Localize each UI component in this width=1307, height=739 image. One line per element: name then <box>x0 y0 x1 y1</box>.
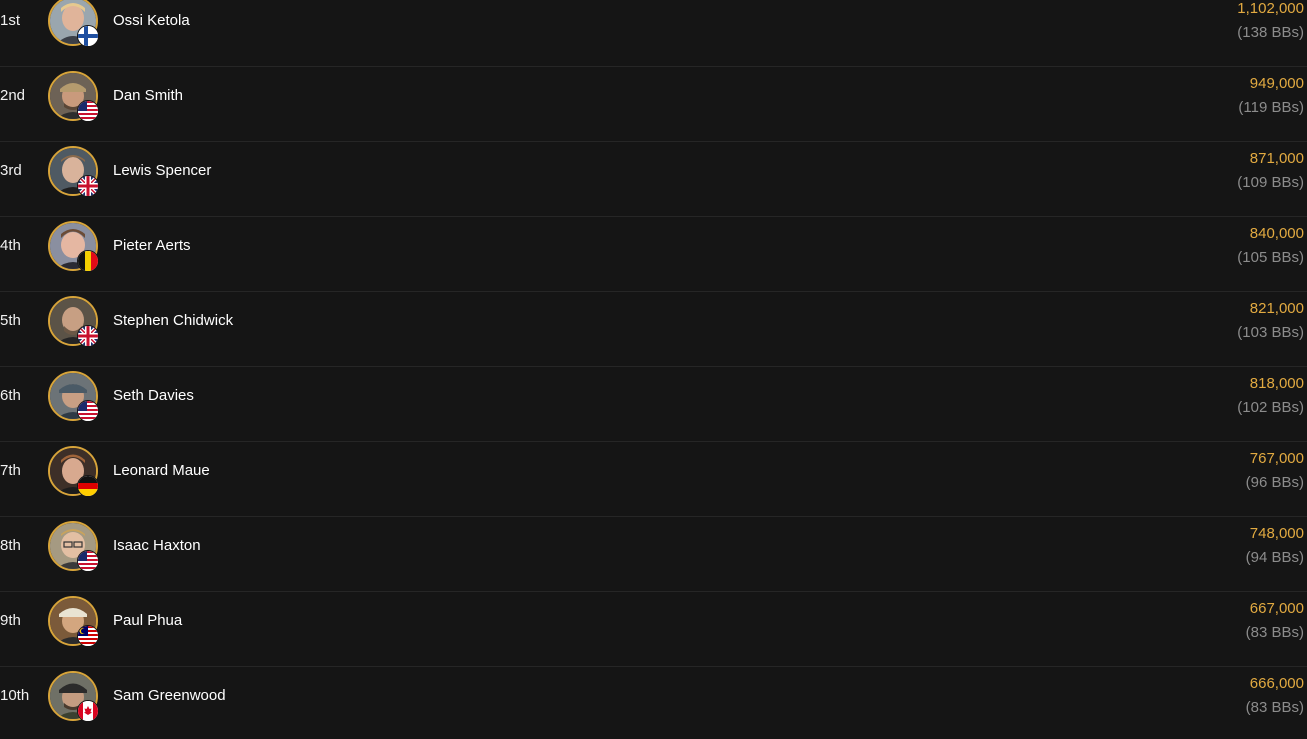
rank-label: 2nd <box>0 87 26 104</box>
player-row[interactable]: 8th Isaac Haxton 748,000 (94 BBs) <box>0 517 1307 592</box>
canada-flag-icon <box>77 700 99 722</box>
player-name[interactable]: Stephen Chidwick <box>113 312 233 329</box>
player-avatar[interactable] <box>48 221 99 272</box>
player-row[interactable]: 4th Pieter Aerts 840,000 (105 BBs) <box>0 217 1307 292</box>
chip-count: 821,000 <box>1249 300 1304 317</box>
malaysia-flag-icon <box>77 625 99 647</box>
player-name[interactable]: Isaac Haxton <box>113 537 201 554</box>
player-name[interactable]: Pieter Aerts <box>113 237 191 254</box>
chip-count: 748,000 <box>1249 525 1304 542</box>
big-blinds-count: (105 BBs) <box>1237 249 1304 266</box>
player-avatar[interactable] <box>48 446 99 497</box>
player-row[interactable]: 1st Ossi Ketola 1,102,000 (138 BBs) <box>0 0 1307 67</box>
rank-label: 10th <box>0 687 30 704</box>
chip-count: 667,000 <box>1249 600 1304 617</box>
rank-label: 5th <box>0 312 21 329</box>
germany-flag-icon <box>77 475 99 497</box>
big-blinds-count: (83 BBs) <box>1245 699 1304 716</box>
chip-stack: 1,102,000 (138 BBs) <box>1237 0 1304 42</box>
big-blinds-count: (96 BBs) <box>1245 474 1304 491</box>
finland-flag-icon <box>77 25 99 47</box>
chip-stack: 818,000 (102 BBs) <box>1237 375 1304 417</box>
chip-count: 871,000 <box>1249 150 1304 167</box>
player-avatar[interactable] <box>48 146 99 197</box>
chip-stack: 748,000 (94 BBs) <box>1246 525 1304 567</box>
chip-count-list: 1st Ossi Ketola 1,102,000 (138 BBs) 2nd … <box>0 0 1307 739</box>
big-blinds-count: (83 BBs) <box>1245 624 1304 641</box>
player-name[interactable]: Dan Smith <box>113 87 183 104</box>
big-blinds-count: (94 BBs) <box>1245 549 1304 566</box>
rank-label: 9th <box>0 612 21 629</box>
uk-flag-icon <box>77 175 99 197</box>
uk-flag-icon <box>77 325 99 347</box>
big-blinds-count: (109 BBs) <box>1237 174 1304 191</box>
player-name[interactable]: Paul Phua <box>113 612 182 629</box>
big-blinds-count: (102 BBs) <box>1237 399 1304 416</box>
player-avatar[interactable] <box>48 0 99 47</box>
rank-label: 7th <box>0 462 21 479</box>
chip-stack: 871,000 (109 BBs) <box>1237 150 1304 192</box>
player-row[interactable]: 2nd Dan Smith 949,000 (119 BBs) <box>0 67 1307 142</box>
player-name[interactable]: Sam Greenwood <box>113 687 226 704</box>
player-row[interactable]: 9th Paul Phua 667,000 (83 BBs) <box>0 592 1307 667</box>
player-row[interactable]: 7th Leonard Maue 767,000 (96 BBs) <box>0 442 1307 517</box>
big-blinds-count: (103 BBs) <box>1237 324 1304 341</box>
usa-flag-icon <box>77 550 99 572</box>
player-name[interactable]: Seth Davies <box>113 387 194 404</box>
rank-label: 3rd <box>0 162 22 179</box>
chip-stack: 949,000 (119 BBs) <box>1238 75 1304 117</box>
big-blinds-count: (138 BBs) <box>1237 24 1304 41</box>
player-avatar[interactable] <box>48 596 99 647</box>
chip-stack: 767,000 (96 BBs) <box>1246 450 1304 492</box>
belgium-flag-icon <box>77 250 99 272</box>
chip-stack: 667,000 (83 BBs) <box>1246 600 1304 642</box>
chip-count: 767,000 <box>1249 450 1304 467</box>
player-avatar[interactable] <box>48 296 99 347</box>
rank-label: 6th <box>0 387 21 404</box>
player-avatar[interactable] <box>48 371 99 422</box>
chip-count: 949,000 <box>1249 75 1304 92</box>
chip-stack: 840,000 (105 BBs) <box>1237 225 1304 267</box>
player-avatar[interactable] <box>48 71 99 122</box>
rank-label: 8th <box>0 537 21 554</box>
chip-stack: 821,000 (103 BBs) <box>1237 300 1304 342</box>
usa-flag-icon <box>77 400 99 422</box>
player-row[interactable]: 5th Stephen Chidwick 821,000 (103 BBs) <box>0 292 1307 367</box>
player-name[interactable]: Leonard Maue <box>113 462 210 479</box>
big-blinds-count: (119 BBs) <box>1238 99 1304 116</box>
rank-label: 1st <box>0 12 21 29</box>
player-row[interactable]: 6th Seth Davies 818,000 (102 BBs) <box>0 367 1307 442</box>
chip-count: 818,000 <box>1249 375 1304 392</box>
chip-count: 666,000 <box>1249 675 1304 692</box>
chip-stack: 666,000 (83 BBs) <box>1246 675 1304 717</box>
chip-count: 840,000 <box>1249 225 1304 242</box>
chip-count: 1,102,000 <box>1237 0 1304 17</box>
rank-label: 4th <box>0 237 21 254</box>
player-row[interactable]: 3rd Lewis Spencer 871,000 (109 BBs) <box>0 142 1307 217</box>
player-name[interactable]: Lewis Spencer <box>113 162 211 179</box>
player-avatar[interactable] <box>48 671 99 722</box>
usa-flag-icon <box>77 100 99 122</box>
player-avatar[interactable] <box>48 521 99 572</box>
player-row[interactable]: 10th Sam Greenwood 666,000 (83 BBs) <box>0 667 1307 739</box>
player-name[interactable]: Ossi Ketola <box>113 12 190 29</box>
